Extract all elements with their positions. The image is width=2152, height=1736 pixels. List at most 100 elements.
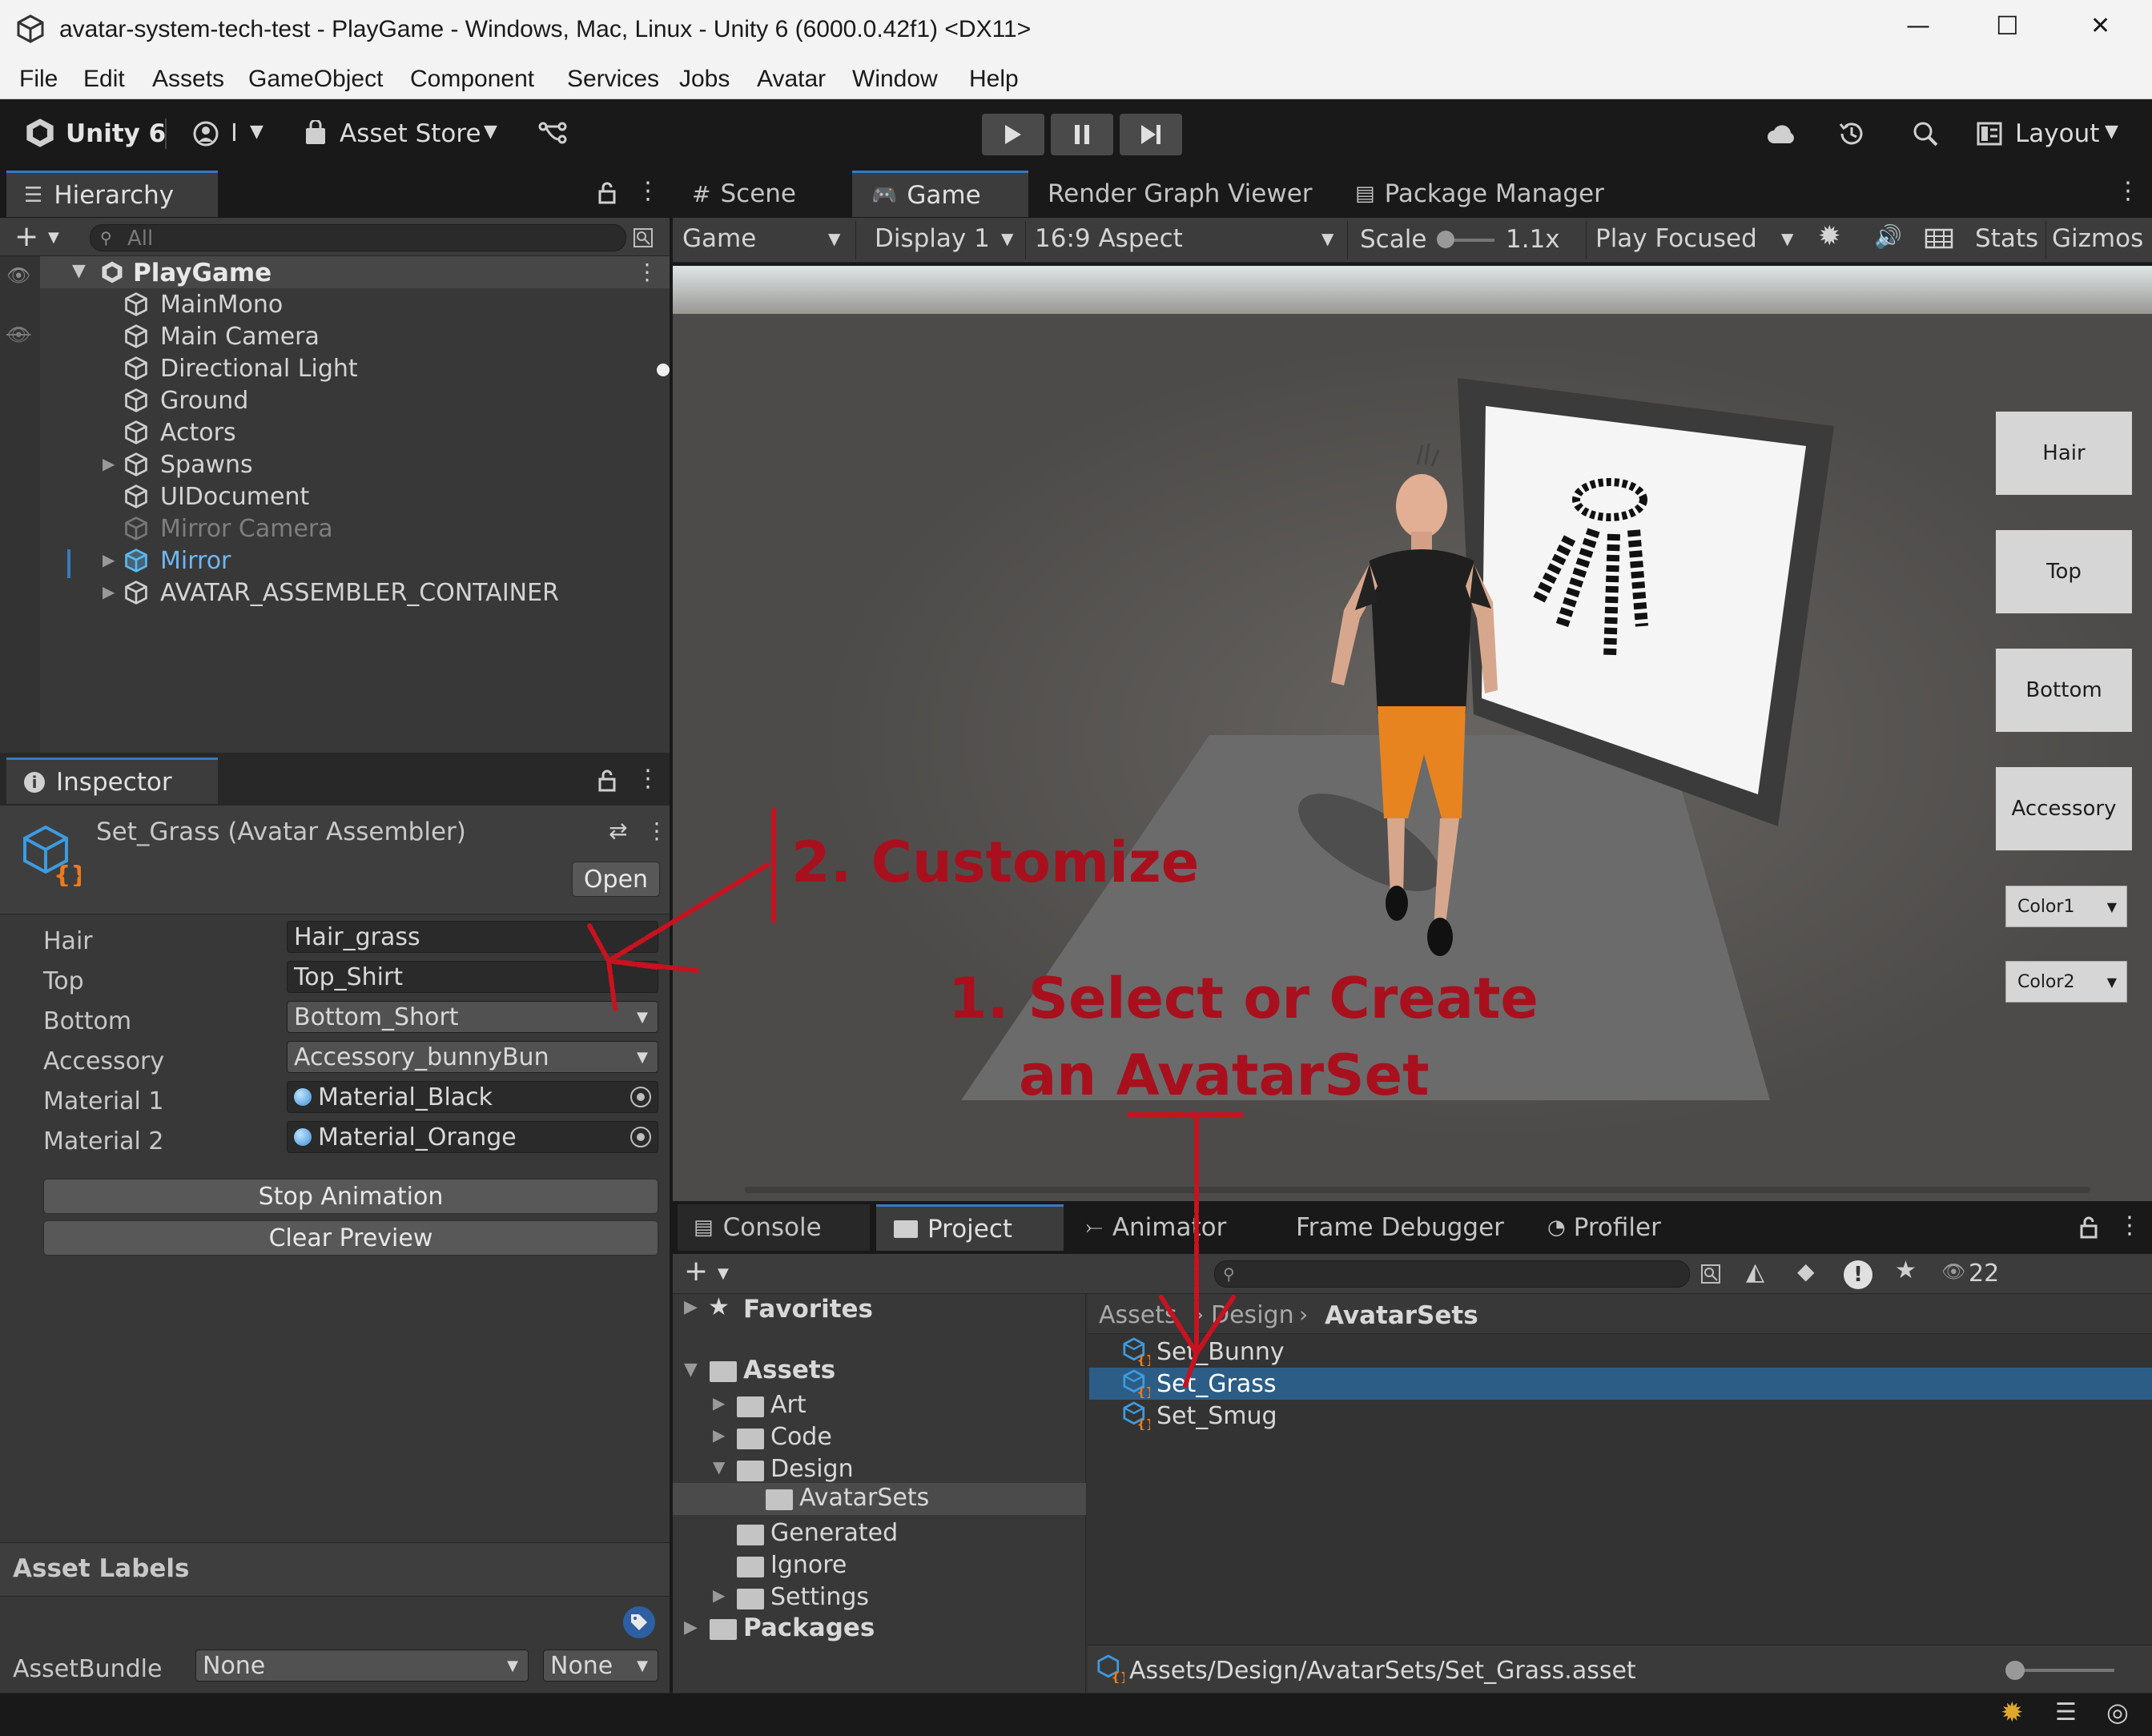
aspect-dropdown[interactable]: 16:9 Aspect	[1035, 227, 1183, 251]
search-options-icon[interactable]	[1698, 1262, 1724, 1286]
stop-animation-button[interactable]: Stop Animation	[43, 1179, 658, 1214]
project-more-icon[interactable]: ⋮	[2118, 1214, 2142, 1238]
filter-by-type-icon[interactable]: ◭	[1746, 1260, 1764, 1284]
scale-slider-thumb[interactable]	[1437, 231, 1454, 248]
status-cache-icon[interactable]: ☰	[2055, 1701, 2077, 1725]
label-tag-icon[interactable]	[623, 1606, 655, 1638]
hierarchy-search-input[interactable]: ⚲ All	[90, 224, 626, 251]
hierarchy-item[interactable]: Ground	[40, 384, 670, 416]
step-button[interactable]	[1120, 114, 1182, 155]
account-dropdown-icon[interactable]: ▼	[250, 123, 263, 141]
tab-game[interactable]: 🎮 Game	[852, 171, 1028, 217]
accessory-dropdown[interactable]: Accessory_bunnyBun ▼	[287, 1041, 658, 1073]
material-1-field[interactable]: Material_Black	[287, 1081, 658, 1113]
hierarchy-item[interactable]: ▶ AVATAR_ASSEMBLER_CONTAINER	[40, 577, 670, 609]
menu-jobs[interactable]: Jobs	[679, 66, 730, 93]
game-mode-arrow-icon[interactable]: ▼	[828, 231, 840, 247]
icon-size-slider-track[interactable]	[2018, 1669, 2114, 1672]
hierarchy-item[interactable]: UIDocument	[40, 480, 670, 512]
hierarchy-add-dropdown-icon[interactable]: ▼	[48, 231, 59, 245]
folder-label[interactable]: Generated	[770, 1521, 898, 1545]
menu-component[interactable]: Component	[410, 66, 534, 93]
inspector-more-icon[interactable]: ⋮	[636, 767, 660, 791]
project-file-item[interactable]: Set_Grass	[1156, 1372, 1277, 1396]
color1-dropdown[interactable]: Color1 ▼	[2005, 886, 2127, 927]
hierarchy-search-options-icon[interactable]	[631, 226, 655, 250]
game-hair-button[interactable]: Hair	[1996, 412, 2132, 495]
assets-folder-label[interactable]: Assets	[743, 1358, 835, 1383]
unity-brand-label[interactable]: Unity 6	[66, 122, 166, 147]
account-icon[interactable]	[191, 119, 221, 149]
search-icon[interactable]	[1909, 119, 1941, 149]
inspector-lock-icon[interactable]	[596, 767, 618, 794]
menu-services[interactable]: Services	[567, 66, 659, 93]
clear-preview-button[interactable]: Clear Preview	[43, 1220, 658, 1256]
color2-dropdown[interactable]: Color2 ▼	[2005, 961, 2127, 1003]
play-button[interactable]	[982, 114, 1044, 155]
shortcuts-keyboard-icon[interactable]	[1924, 226, 1954, 251]
tab-profiler[interactable]: ◔ Profiler	[1533, 1204, 1725, 1251]
folder-label[interactable]: Settings	[770, 1585, 869, 1609]
folder-label[interactable]: Design	[770, 1457, 854, 1481]
visibility-eye-icon[interactable]: 👁	[6, 266, 30, 285]
display-arrow-icon[interactable]: ▼	[1001, 231, 1013, 247]
menu-help[interactable]: Help	[969, 66, 1019, 93]
open-button[interactable]: Open	[572, 862, 660, 897]
gizmos-button[interactable]: Gizmos	[2052, 227, 2143, 251]
folder-label[interactable]: Ignore	[770, 1553, 847, 1577]
project-search-input[interactable]: ⚲	[1214, 1260, 1690, 1288]
menu-gameobject[interactable]: GameObject	[248, 66, 383, 93]
breadcrumb-avatarsets[interactable]: AvatarSets	[1325, 1304, 1478, 1328]
tab-project[interactable]: Project	[876, 1204, 1064, 1251]
avatarsets-tree-label[interactable]: AvatarSets	[799, 1486, 929, 1510]
tab-hierarchy[interactable]: ☰ Hierarchy	[6, 171, 218, 217]
log-warning-icon[interactable]: !	[1844, 1260, 1872, 1289]
minimize-button[interactable]: —	[1906, 14, 1930, 38]
game-mode-dropdown[interactable]: Game	[682, 227, 756, 251]
object-picker-icon[interactable]	[630, 1127, 651, 1147]
hierarchy-item[interactable]: MainMono	[40, 288, 670, 320]
cloud-icon[interactable]	[1765, 119, 1799, 149]
tab-inspector[interactable]: i Inspector	[6, 757, 218, 804]
aspect-arrow-icon[interactable]: ▼	[1321, 231, 1333, 247]
assetbundle-dropdown[interactable]: None ▼	[195, 1650, 529, 1682]
project-lock-icon[interactable]	[2078, 1214, 2100, 1241]
assetbundle-variant-dropdown[interactable]: None ▼	[543, 1650, 658, 1682]
hidden-packages-eye-icon[interactable]: 👁	[1941, 1262, 1965, 1281]
packages-expand-arrow-icon[interactable]: ▶	[684, 1619, 698, 1637]
project-file-item[interactable]: Set_Smug	[1156, 1404, 1277, 1429]
tab-scene[interactable]: # Scene	[679, 171, 847, 217]
hidden-eye-icon[interactable]: 👁	[6, 325, 30, 344]
favorites-expand-arrow-icon[interactable]: ▶	[684, 1299, 698, 1316]
bug-icon[interactable]: ✹	[1818, 223, 1841, 250]
hierarchy-more-icon[interactable]: ⋮	[636, 179, 660, 203]
hierarchy-item[interactable]: Mirror Camera	[40, 512, 670, 545]
scene-name[interactable]: PlayGame	[133, 261, 272, 286]
asset-store-dropdown-icon[interactable]: ▼	[484, 123, 497, 141]
project-add-icon[interactable]: +	[684, 1257, 708, 1286]
material-2-field[interactable]: Material_Orange	[287, 1121, 658, 1153]
maximize-button[interactable]: ☐	[1996, 13, 2019, 38]
breadcrumb-assets[interactable]: Assets	[1099, 1304, 1177, 1328]
game-more-icon[interactable]: ⋮	[2116, 179, 2140, 203]
scene-more-icon[interactable]: ⋮	[636, 261, 658, 283]
project-file-item[interactable]: Set_Bunny	[1156, 1340, 1285, 1364]
expand-arrow-icon[interactable]: ▶	[103, 552, 115, 568]
breadcrumb-design[interactable]: Design	[1211, 1304, 1294, 1328]
menu-assets[interactable]: Assets	[152, 66, 224, 93]
folder-expand-arrow-icon[interactable]: ▶	[713, 1395, 725, 1411]
packages-folder-label[interactable]: Packages	[743, 1616, 875, 1641]
project-add-dropdown-icon[interactable]: ▼	[718, 1267, 729, 1281]
layout-dropdown-arrow-icon[interactable]: ▼	[2105, 123, 2118, 141]
tab-console[interactable]: ▤ Console	[678, 1204, 870, 1251]
menu-avatar[interactable]: Avatar	[757, 66, 826, 93]
bottom-dropdown[interactable]: Bottom_Short ▼	[287, 1001, 658, 1033]
hierarchy-item[interactable]: ▶ Mirror	[40, 545, 670, 577]
inspector-preset-icon[interactable]: ⇄	[609, 820, 627, 842]
top-field[interactable]: Top_Shirt	[287, 961, 658, 993]
game-top-button[interactable]: Top	[1996, 530, 2132, 613]
account-initial[interactable]: I	[231, 122, 238, 146]
folder-expand-arrow-icon[interactable]: ▶	[713, 1587, 725, 1603]
history-icon[interactable]	[1836, 119, 1868, 149]
game-bottom-button[interactable]: Bottom	[1996, 649, 2132, 732]
